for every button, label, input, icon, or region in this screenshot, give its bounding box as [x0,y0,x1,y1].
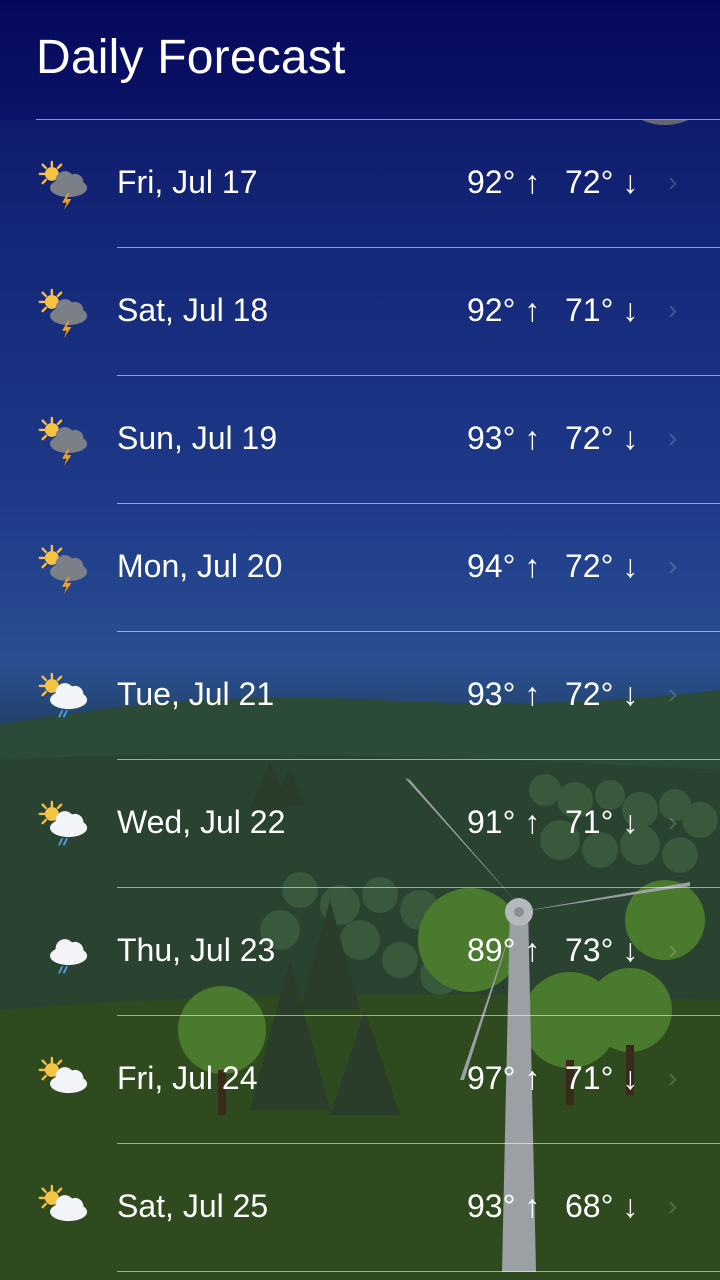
forecast-date: Tue, Jul 21 [117,676,275,712]
chevron-right-icon: › [668,550,678,581]
forecast-row[interactable]: Tue, Jul 21 93° ↑ 72° ↓ › [0,632,720,760]
partly-cloudy-icon [38,1056,88,1094]
forecast-row[interactable]: Sun, Jul 19 93° ↑ 72° ↓ › [0,376,720,504]
chevron-right-icon: › [668,1190,678,1221]
chevron-right-icon: › [668,422,678,453]
forecast-date: Sun, Jul 19 [117,420,278,456]
thunderstorm-icon [38,288,88,339]
high-temp: 89° ↑ [467,932,541,968]
forecast-row[interactable]: Sat, Jul 25 93° ↑ 68° ↓ › [0,1144,720,1272]
forecast-date: Mon, Jul 20 [117,548,283,584]
page-title: Daily Forecast [36,31,346,84]
high-temp: 91° ↑ [467,804,541,840]
sun-rain-icon [38,672,88,718]
app-header: Daily Forecast [0,0,720,120]
partly-cloudy-icon [38,1184,88,1222]
thunderstorm-icon [38,544,88,595]
sun-rain-icon [38,800,88,846]
rain-icon [50,939,88,974]
high-temp: 93° ↑ [467,1188,541,1224]
low-temp: 71° ↓ [565,292,639,328]
high-temp: 92° ↑ [467,164,541,200]
chevron-right-icon: › [668,806,678,837]
low-temp: 72° ↓ [565,548,639,584]
high-temp: 93° ↑ [467,676,541,712]
forecast-date: Fri, Jul 17 [117,164,258,200]
forecast-date: Sat, Jul 18 [117,292,269,328]
high-temp: 93° ↑ [467,420,541,456]
chevron-right-icon: › [668,294,678,325]
low-temp: 71° ↓ [565,1060,639,1096]
chevron-right-icon: › [668,1062,678,1093]
forecast-row[interactable]: Thu, Jul 23 89° ↑ 73° ↓ › [0,888,720,1016]
chevron-right-icon: › [668,678,678,709]
low-temp: 73° ↓ [565,932,639,968]
low-temp: 72° ↓ [565,676,639,712]
thunderstorm-icon [38,416,88,467]
low-temp: 71° ↓ [565,804,639,840]
thunderstorm-icon [38,160,88,211]
chevron-right-icon: › [668,166,678,197]
forecast-date: Fri, Jul 24 [117,1060,258,1096]
forecast-date: Sat, Jul 25 [117,1188,269,1224]
low-temp: 72° ↓ [565,164,639,200]
high-temp: 97° ↑ [467,1060,541,1096]
forecast-row[interactable]: Sat, Jul 18 92° ↑ 71° ↓ › [0,248,720,376]
forecast-date: Thu, Jul 23 [117,932,276,968]
chevron-right-icon: › [668,934,678,965]
forecast-date: Wed, Jul 22 [117,804,286,840]
row-divider [117,1271,720,1272]
forecast-row[interactable]: Mon, Jul 20 94° ↑ 72° ↓ › [0,504,720,632]
forecast-row[interactable]: Fri, Jul 17 92° ↑ 72° ↓ › [0,120,720,248]
low-temp: 68° ↓ [565,1188,639,1224]
forecast-list: Fri, Jul 17 92° ↑ 72° ↓ › Sat, Jul 18 92… [0,120,720,1272]
high-temp: 94° ↑ [467,548,541,584]
forecast-row[interactable]: Wed, Jul 22 91° ↑ 71° ↓ › [0,760,720,888]
high-temp: 92° ↑ [467,292,541,328]
low-temp: 72° ↓ [565,420,639,456]
forecast-row[interactable]: Fri, Jul 24 97° ↑ 71° ↓ › [0,1016,720,1144]
